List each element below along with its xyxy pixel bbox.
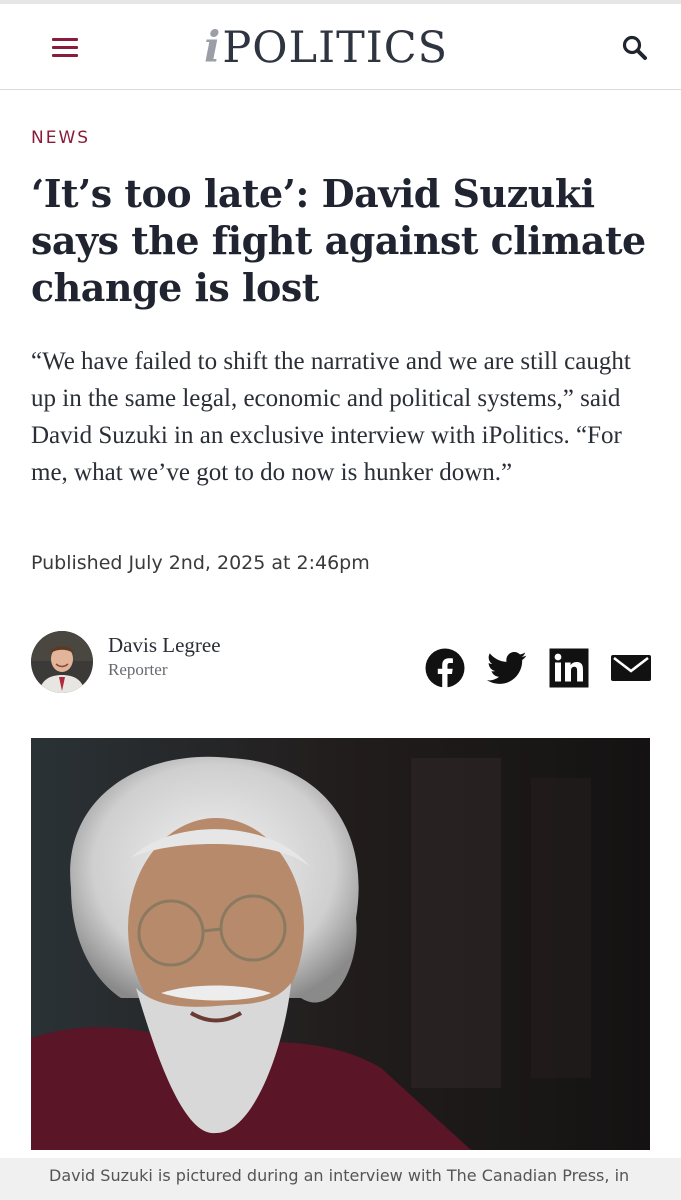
photo-caption: David Suzuki is pictured during an inter…: [0, 1158, 681, 1200]
hero-photo[interactable]: [31, 738, 650, 1150]
logo-text: POLITICS: [222, 23, 449, 73]
linkedin-icon[interactable]: [549, 648, 589, 688]
facebook-icon[interactable]: [425, 648, 465, 688]
published-date: Published July 2nd, 2025 at 2:46pm: [31, 552, 370, 574]
section-label[interactable]: NEWS: [31, 128, 90, 148]
author-name[interactable]: Davis Legree: [108, 633, 221, 658]
article-headline: ‘It’s too late’: David Suzuki says the f…: [31, 171, 646, 310]
top-nav-bar: iPOLITICS: [0, 0, 681, 90]
author-role: Reporter: [108, 660, 168, 679]
search-icon[interactable]: [621, 34, 649, 62]
logo-prefix: i: [204, 23, 222, 73]
author-avatar[interactable]: [31, 631, 93, 693]
hamburger-menu-icon[interactable]: [52, 38, 78, 58]
article-dek: “We have failed to shift the narrative a…: [31, 348, 631, 486]
email-icon[interactable]: [611, 648, 651, 688]
twitter-icon[interactable]: [487, 648, 527, 688]
site-logo[interactable]: iPOLITICS: [204, 22, 448, 74]
